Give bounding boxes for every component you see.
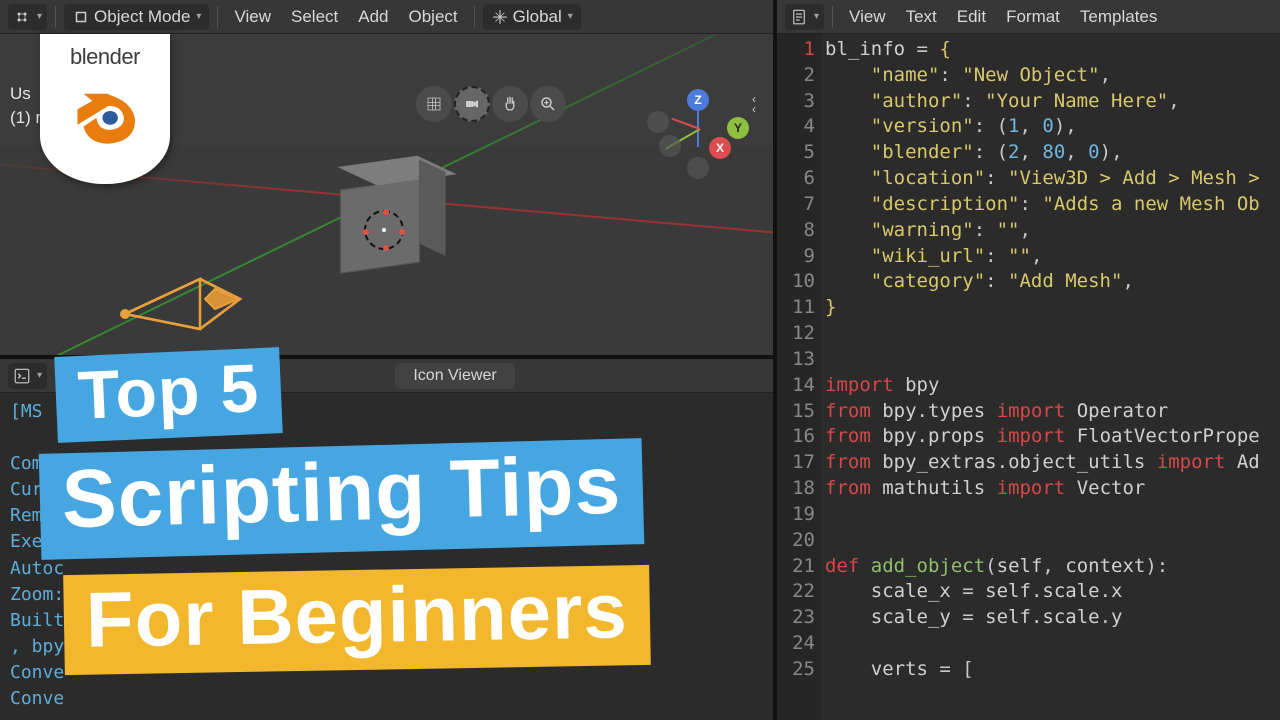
viewport-header: ▾ Object Mode ▾ View Select Add Object G…	[0, 0, 773, 34]
overlay-title-1: Top 5	[54, 347, 283, 443]
cursor-3d	[364, 210, 404, 250]
viewport-menu-object[interactable]: Object	[401, 4, 466, 30]
zoom-icon[interactable]	[530, 86, 566, 122]
overlay-title-3: For Beginners	[63, 565, 650, 675]
editor-type-icon[interactable]: ▾	[8, 4, 47, 30]
code-area[interactable]: bl_info = { "name": "New Object", "autho…	[821, 34, 1280, 720]
grid-icon[interactable]	[416, 86, 452, 122]
text-editor[interactable]: 1234567891011121314151617181920212223242…	[777, 34, 1280, 720]
text-editor-header: ▾ View Text Edit Format Templates	[777, 0, 1280, 34]
mode-label: Object Mode	[94, 7, 190, 27]
camera-view-icon[interactable]	[454, 86, 490, 122]
icon-viewer-button[interactable]: Icon Viewer	[395, 363, 514, 389]
line-gutter: 1234567891011121314151617181920212223242…	[777, 34, 821, 720]
viewport-menu-select[interactable]: Select	[283, 4, 346, 30]
viewport-menu-view[interactable]: View	[226, 4, 279, 30]
text-menu-view[interactable]: View	[841, 4, 894, 30]
viewport-menu-add[interactable]: Add	[350, 4, 396, 30]
mode-dropdown[interactable]: Object Mode ▾	[64, 4, 209, 30]
blender-logo-icon	[62, 68, 148, 154]
viewport-tools	[416, 86, 566, 122]
pan-icon[interactable]	[492, 86, 528, 122]
blender-logo-text: blender	[40, 44, 170, 70]
text-menu-edit[interactable]: Edit	[949, 4, 994, 30]
text-menu-templates[interactable]: Templates	[1072, 4, 1165, 30]
text-menu-format[interactable]: Format	[998, 4, 1068, 30]
gizmo-neg-axis[interactable]	[647, 111, 669, 133]
n-panel-toggle[interactable]: ‹‹	[752, 94, 766, 114]
gizmo-z-axis[interactable]: Z	[687, 89, 709, 111]
gizmo-neg-axis[interactable]	[659, 135, 681, 157]
blender-logo-badge: blender	[40, 34, 170, 184]
camera-object[interactable]	[110, 259, 250, 344]
gizmo-neg-axis[interactable]	[687, 157, 709, 179]
text-editor-type-icon[interactable]: ▾	[785, 4, 824, 30]
orientation-label: Global	[513, 7, 562, 27]
gizmo-x-axis[interactable]: X	[709, 137, 731, 159]
navigation-gizmo[interactable]: Z Y X	[653, 89, 743, 179]
text-menu-text[interactable]: Text	[898, 4, 945, 30]
console-editor-type-icon[interactable]: ▾	[8, 363, 47, 389]
orientation-dropdown[interactable]: Global ▾	[483, 4, 581, 30]
overlay-title-2: Scripting Tips	[39, 438, 645, 560]
gizmo-y-axis[interactable]: Y	[727, 117, 749, 139]
